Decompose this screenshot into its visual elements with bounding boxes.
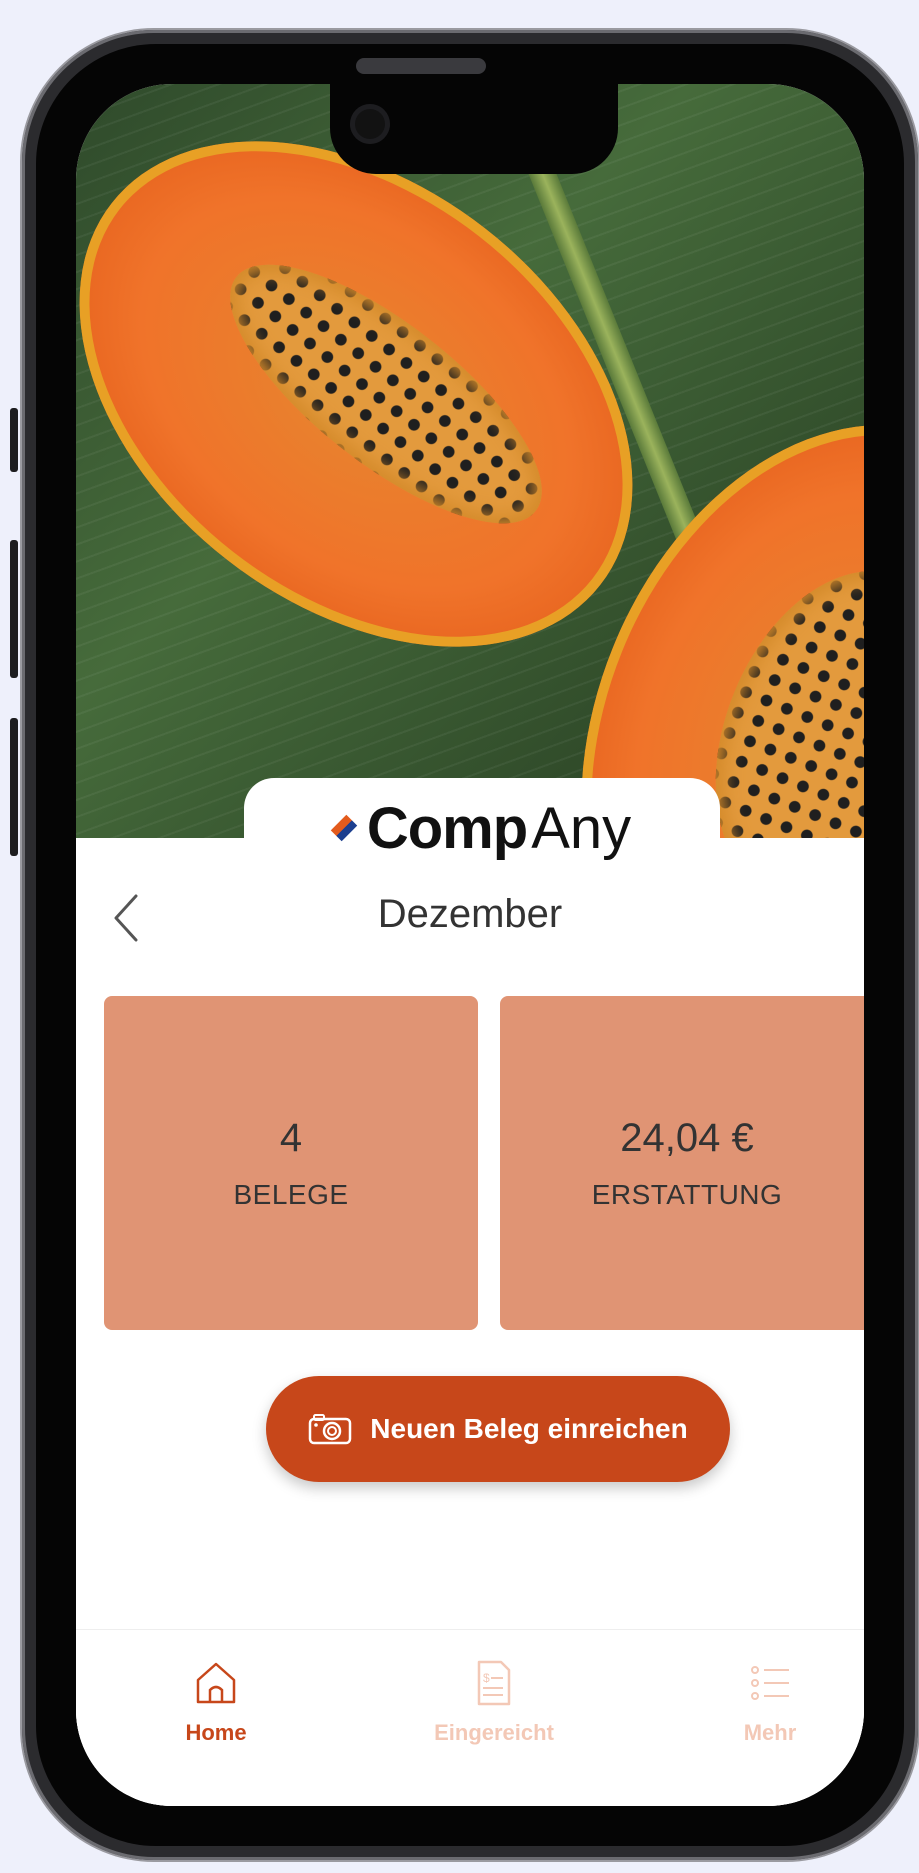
tab-eingereicht-label: Eingereicht (434, 1720, 554, 1745)
phone-bezel: Comp Any Dezember 4 BELEGE 24,04 € ERSTA… (36, 44, 904, 1846)
notch (330, 84, 618, 174)
tab-mehr[interactable]: Mehr (670, 1658, 864, 1746)
home-icon (196, 1662, 236, 1704)
refund-amount-label: ERSTATTUNG (591, 1178, 783, 1210)
tab-home-label: Home (185, 1720, 247, 1745)
month-header: Dezember (76, 878, 864, 958)
tab-eingereicht[interactable]: $ Eingereicht (394, 1658, 594, 1746)
logo-text-comp: Comp (366, 795, 528, 861)
phone-frame: Comp Any Dezember 4 BELEGE 24,04 € ERSTA… (22, 30, 918, 1860)
app-screen: Comp Any Dezember 4 BELEGE 24,04 € ERSTA… (76, 84, 864, 1806)
submit-receipt-label: Neuen Beleg einreichen (370, 1413, 688, 1444)
tab-home[interactable]: Home (116, 1658, 316, 1746)
receipts-count-value: 4 (279, 1115, 303, 1160)
speaker-grille (356, 58, 486, 74)
logo-text-any: Any (531, 795, 632, 861)
receipts-count-label: BELEGE (233, 1178, 349, 1210)
month-title: Dezember (377, 892, 563, 936)
tab-mehr-label: Mehr (743, 1720, 797, 1745)
list-icon (751, 1666, 789, 1700)
logo-diamond-icon (330, 814, 358, 842)
camera-icon (309, 1414, 352, 1445)
document-icon: $ (477, 1660, 511, 1706)
front-camera (350, 104, 390, 144)
submit-receipt-button[interactable]: Neuen Beleg einreichen (266, 1376, 730, 1482)
svg-text:$: $ (483, 1671, 490, 1685)
company-logo: Comp Any (244, 778, 720, 878)
volume-up-button (10, 540, 18, 678)
bottom-tab-bar: Home $ Eingereicht Mehr (76, 1629, 864, 1806)
volume-down-button (10, 718, 18, 856)
mute-switch (10, 408, 18, 472)
receipts-count-card[interactable]: 4 BELEGE (104, 996, 478, 1330)
refund-amount-card[interactable]: 24,04 € ERSTATTUNG (500, 996, 864, 1330)
main-content: Dezember 4 BELEGE 24,04 € ERSTATTUNG Neu… (76, 838, 864, 1806)
refund-amount-value: 24,04 € (620, 1115, 754, 1160)
hero-image (76, 84, 864, 838)
